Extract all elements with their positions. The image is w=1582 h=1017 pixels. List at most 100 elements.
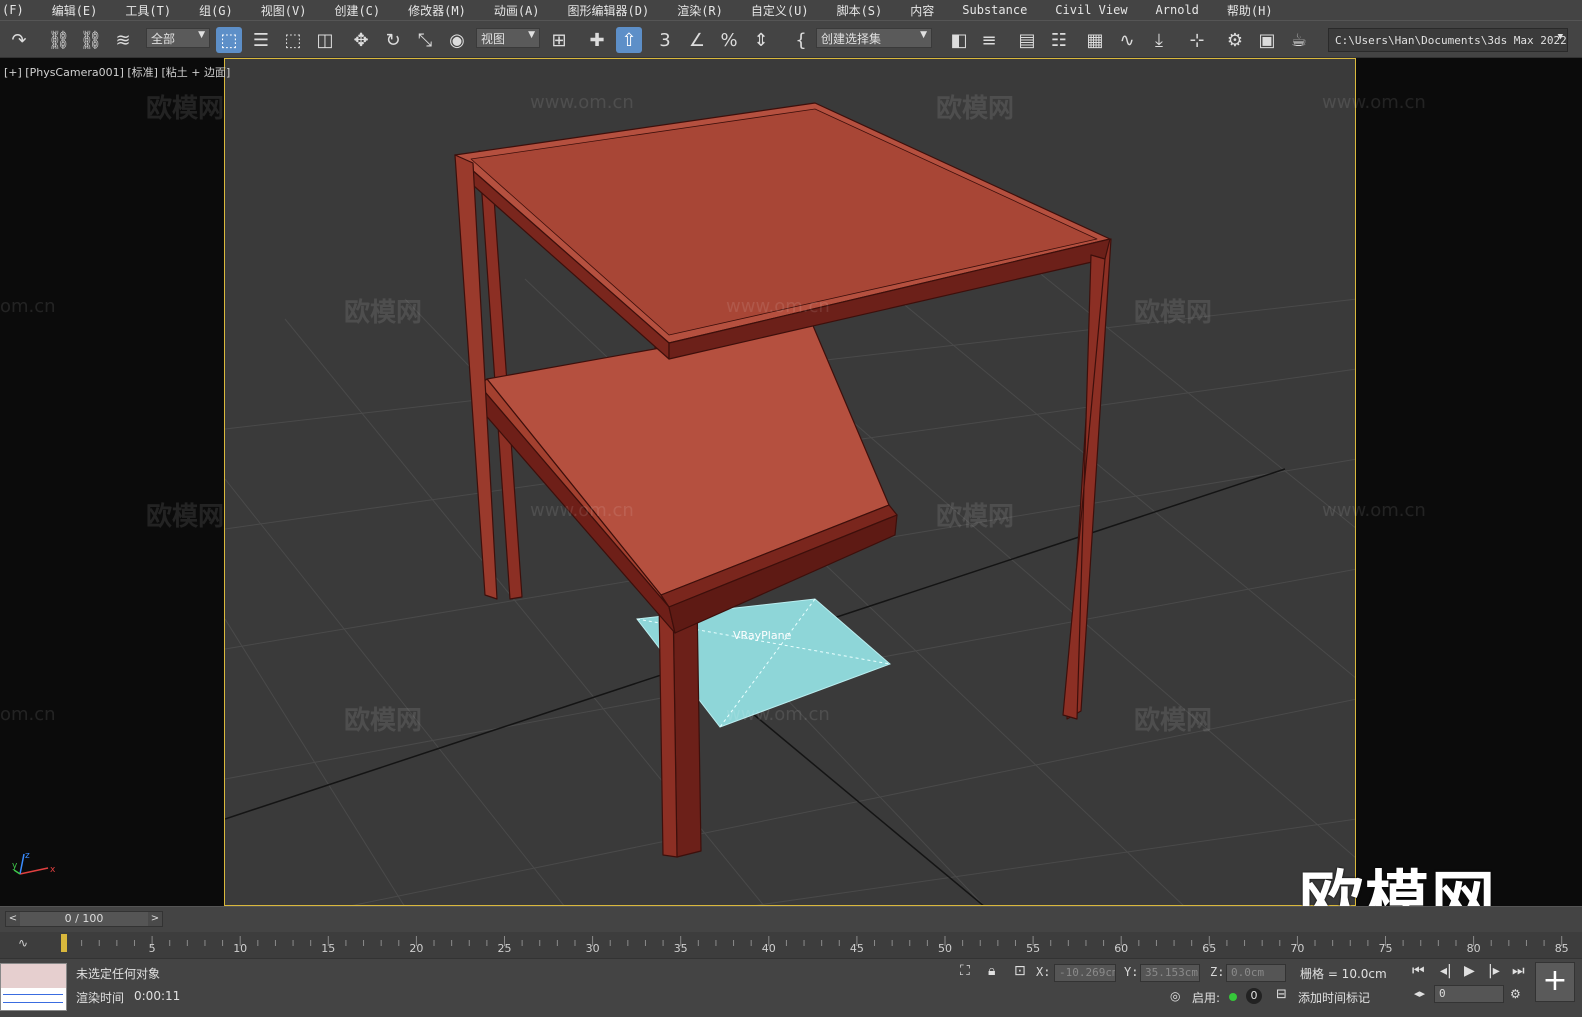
rendered-frame-window-icon[interactable]: ▣: [1254, 27, 1280, 53]
menu-create[interactable]: 创建(C): [320, 2, 394, 19]
go-to-end-icon[interactable]: ⏭: [1512, 963, 1525, 979]
percent-snap-icon[interactable]: %: [716, 27, 742, 53]
edit-named-selection-icon[interactable]: {: [788, 27, 814, 53]
track-bar-tick-label: 50: [938, 942, 952, 955]
snaps-toggle-icon[interactable]: 3: [652, 27, 678, 53]
menu-content[interactable]: 内容: [896, 2, 948, 19]
placement-icon[interactable]: ◉: [444, 27, 470, 53]
viewport-label[interactable]: [+] [PhysCamera001] [标准] [粘土 + 边面]: [4, 64, 230, 80]
menu-rendering[interactable]: 渲染(R): [663, 2, 737, 19]
reference-coordinate-dropdown[interactable]: 视图 ▼: [476, 28, 540, 48]
select-by-name-icon[interactable]: ☰: [248, 27, 274, 53]
project-path-field[interactable]: C:\Users\Han\Documents\3ds Max 2022 ▼: [1328, 28, 1568, 52]
track-bar[interactable]: ∿ 5 10 15 20 25 30 35 40 45 50 55 60 65 70 75 80 85: [0, 932, 1582, 958]
mirror-icon[interactable]: ◧: [946, 27, 972, 53]
enable-label: 启用:: [1192, 991, 1221, 1005]
watermark-brand: 欧模网: [1134, 706, 1213, 736]
watermark-brand: 欧模网: [1134, 298, 1213, 328]
track-bar-tick-label: 40: [761, 942, 776, 955]
svg-text:x: x: [50, 865, 56, 875]
current-frame-field[interactable]: 0: [1434, 985, 1504, 1003]
align-icon[interactable]: ≡: [976, 27, 1002, 53]
menu-edit[interactable]: 编辑(E): [38, 2, 112, 19]
unlink-icon[interactable]: ⛓: [78, 27, 104, 53]
select-manipulate-icon[interactable]: ✚: [584, 27, 610, 53]
selection-lock-icon[interactable]: 🔒︎: [988, 963, 995, 979]
rotate-icon[interactable]: ↻: [380, 27, 406, 53]
menu-help[interactable]: 帮助(H): [1213, 2, 1287, 19]
track-bar-tick-label: 5: [148, 942, 156, 955]
go-to-start-icon[interactable]: ⏮: [1412, 963, 1425, 979]
watermark-url: www.om.cn: [1322, 500, 1426, 521]
adaptive-degradation-icon[interactable]: ◎: [1170, 989, 1180, 1003]
side-table-object[interactable]: [454, 102, 1112, 858]
menu-customize[interactable]: 自定义(U): [737, 2, 823, 19]
link-icon[interactable]: ⛓: [46, 27, 72, 53]
scene-explorer-icon[interactable]: ▤: [1014, 27, 1040, 53]
track-bar-tick-label: 25: [497, 942, 512, 955]
next-key-icon[interactable]: |▸: [1488, 963, 1500, 979]
angle-snap-icon[interactable]: ∠: [684, 27, 710, 53]
watermark-url: om.cn: [0, 296, 56, 317]
curve-editor-mini-icon[interactable]: ∿: [18, 936, 28, 950]
maxscript-listener-mini[interactable]: [0, 963, 67, 1011]
pivot-center-icon[interactable]: ⊞: [546, 27, 572, 53]
bind-space-warp-icon[interactable]: ≋: [110, 27, 136, 53]
x-coordinate-field[interactable]: -10.269cm: [1054, 964, 1116, 982]
absolute-mode-icon[interactable]: ⊡: [1014, 963, 1026, 979]
next-frame-arrow-icon[interactable]: >: [148, 912, 162, 926]
time-tag-icon[interactable]: ⊟: [1276, 987, 1287, 1002]
menu-civil-view[interactable]: Civil View: [1041, 3, 1141, 17]
named-selection-set-dropdown[interactable]: 创建选择集 ▼: [816, 28, 932, 48]
selection-filter-dropdown[interactable]: 全部 ▼: [146, 28, 210, 48]
svg-text:z: z: [25, 851, 30, 861]
scale-icon[interactable]: ⤡: [412, 27, 438, 53]
prev-frame-arrow-icon[interactable]: <: [6, 912, 20, 926]
y-coordinate-field[interactable]: 35.153cm: [1140, 964, 1200, 982]
rectangular-selection-icon[interactable]: ⬚: [280, 27, 306, 53]
keyboard-shortcut-override-icon[interactable]: ⇧: [616, 27, 642, 53]
menu-arnold[interactable]: Arnold: [1142, 3, 1213, 17]
spinner-snap-icon[interactable]: ⇕: [748, 27, 774, 53]
toggle-ribbon-icon[interactable]: ▦: [1082, 27, 1108, 53]
menu-graph-editors[interactable]: 图形编辑器(D): [554, 2, 664, 19]
watermark-url: www.om.cn: [726, 296, 830, 317]
curve-editor-icon[interactable]: ∿: [1114, 27, 1140, 53]
add-time-tag-button[interactable]: 添加时间标记: [1298, 989, 1370, 1006]
play-icon[interactable]: ▶: [1464, 963, 1475, 979]
time-slider[interactable]: < 0 / 100 >: [5, 911, 163, 927]
render-production-icon[interactable]: ☕: [1286, 27, 1312, 53]
move-icon[interactable]: ✥: [348, 27, 374, 53]
perspective-viewport[interactable]: VRayPlane: [224, 58, 1356, 906]
menu-tools[interactable]: 工具(T): [111, 2, 185, 19]
previous-key-icon[interactable]: ◂|: [1440, 963, 1452, 979]
menu-file[interactable]: (F): [0, 3, 38, 17]
redo-icon[interactable]: ↷: [6, 27, 32, 53]
create-panel-plus-icon[interactable]: +: [1535, 962, 1575, 1002]
status-bar: 未选定任何对象 渲染时间 0:00:11 ⛶ 🔒︎ ⊡ X: -10.269cm…: [0, 958, 1582, 1017]
menu-views[interactable]: 视图(V): [247, 2, 321, 19]
watermark-url: www.om.cn: [530, 500, 634, 521]
menu-substance[interactable]: Substance: [948, 3, 1041, 17]
render-setup-icon[interactable]: ⚙: [1222, 27, 1248, 53]
watermark-brand: 欧模网: [936, 94, 1015, 124]
key-mode-icon[interactable]: ◂▸: [1414, 987, 1425, 1000]
menu-modifiers[interactable]: 修改器(M): [394, 2, 480, 19]
enable-count-badge[interactable]: 0: [1246, 988, 1262, 1004]
material-editor-icon[interactable]: ⊹: [1184, 27, 1210, 53]
current-frame-marker[interactable]: [61, 934, 67, 952]
schematic-view-icon[interactable]: ⤓: [1146, 27, 1172, 53]
menu-group[interactable]: 组(G): [185, 2, 247, 19]
time-configuration-icon[interactable]: ⚙: [1510, 987, 1521, 1001]
isolate-selection-icon[interactable]: ⛶: [960, 963, 970, 979]
window-crossing-icon[interactable]: ◫: [312, 27, 338, 53]
layer-explorer-icon[interactable]: ☷: [1046, 27, 1072, 53]
axis-tripod-icon: x y z: [12, 851, 56, 875]
track-bar-tick-label: 70: [1290, 942, 1305, 955]
menu-scripting[interactable]: 脚本(S): [823, 2, 897, 19]
menu-animation[interactable]: 动画(A): [480, 2, 554, 19]
track-bar-tick-label: 65: [1202, 942, 1217, 955]
z-coordinate-field[interactable]: 0.0cm: [1226, 964, 1286, 982]
select-object-icon[interactable]: ⬚: [216, 27, 242, 53]
x-coordinate-label: X:: [1036, 965, 1051, 979]
